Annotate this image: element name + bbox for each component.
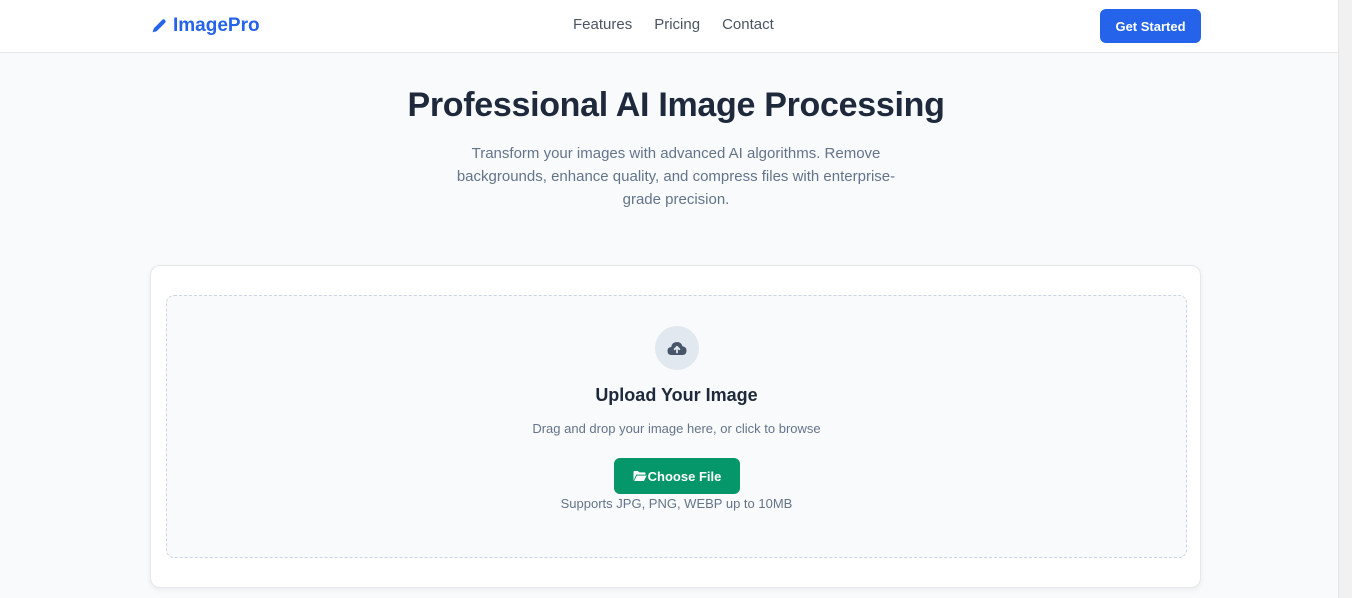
top-navbar: ImagePro Features Pricing Contact Get St…	[0, 0, 1338, 53]
upload-title: Upload Your Image	[595, 385, 758, 405]
nav-link-contact[interactable]: Contact	[722, 15, 774, 35]
brand-logo[interactable]: ImagePro	[150, 13, 260, 39]
supported-formats-note: Supports JPG, PNG, WEBP up to 10MB	[560, 496, 793, 511]
hero-title: Professional AI Image Processing	[407, 86, 945, 124]
nav-link-features[interactable]: Features	[573, 15, 632, 35]
pen-icon	[150, 17, 168, 35]
nav-link-pricing[interactable]: Pricing	[654, 15, 700, 35]
upload-description: Drag and drop your image here, or click …	[532, 421, 821, 436]
choose-file-label: Choose File	[647, 468, 722, 484]
brand-name: ImagePro	[173, 15, 260, 36]
folder-open-icon	[633, 470, 647, 482]
upload-card: Upload Your Image Drag and drop your ima…	[150, 265, 1201, 588]
hero-subtitle: Transform your images with advanced AI a…	[456, 145, 896, 208]
choose-file-button[interactable]: Choose File	[614, 458, 740, 494]
upload-dropzone[interactable]: Upload Your Image Drag and drop your ima…	[166, 295, 1187, 558]
main-nav: Features Pricing Contact	[573, 15, 774, 35]
cloud-upload-icon	[655, 326, 699, 370]
get-started-button[interactable]: Get Started	[1100, 9, 1201, 43]
